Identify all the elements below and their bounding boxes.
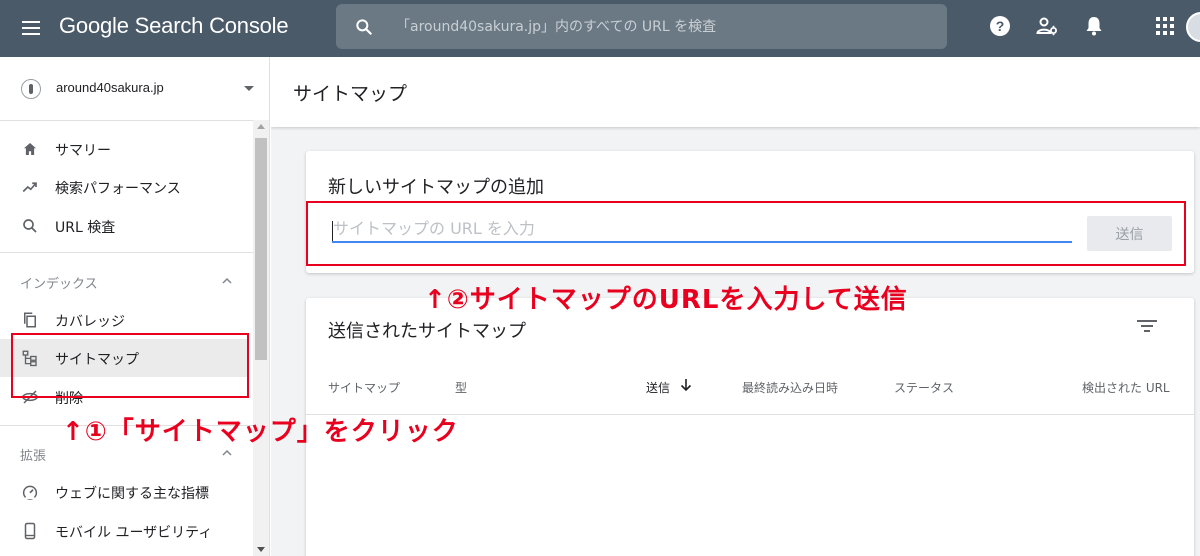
sidebar-item-mobile-usability[interactable]: モバイル ユーザビリティ xyxy=(0,512,255,550)
filter-icon[interactable] xyxy=(1137,318,1157,334)
annotation-step2: ↑②サイトマップのURLを入力して送信 xyxy=(424,285,908,315)
help-icon[interactable]: ? xyxy=(988,14,1012,38)
url-inspection-search[interactable]: 「around40sakura.jp」内のすべての URL を検査 xyxy=(336,4,947,49)
submitted-sitemaps-title: 送信されたサイトマップ xyxy=(328,321,526,342)
annotation-box-sitemaps xyxy=(11,333,249,398)
search-icon xyxy=(23,219,37,233)
property-icon xyxy=(21,79,41,99)
sidebar-item-label: 検索パフォーマンス xyxy=(55,181,181,197)
sidebar-item-summary[interactable]: サマリー xyxy=(0,130,255,168)
app-title[interactable]: Google Search Console xyxy=(59,13,289,39)
notifications-bell-icon[interactable] xyxy=(1082,14,1106,38)
chevron-up-icon xyxy=(222,277,232,284)
sidebar-item-performance[interactable]: 検索パフォーマンス xyxy=(0,168,255,206)
sidebar-item-url-inspection[interactable]: URL 検査 xyxy=(0,207,255,245)
column-header-status[interactable]: ステータス xyxy=(894,379,954,396)
sort-down-arrow-icon[interactable] xyxy=(680,378,692,392)
sidebar: around40sakura.jp サマリー 検索パフォーマンス URL 検査 … xyxy=(0,57,270,556)
scroll-up-arrow-icon[interactable] xyxy=(257,124,265,129)
search-placeholder: 「around40sakura.jp」内のすべての URL を検査 xyxy=(396,19,717,35)
account-avatar[interactable] xyxy=(1186,12,1200,42)
column-header-discovered-urls[interactable]: 検出された URL xyxy=(1082,379,1170,396)
sidebar-item-label: モバイル ユーザビリティ xyxy=(55,525,213,541)
annotation-box-url-input xyxy=(306,201,1186,266)
sidebar-item-label: サマリー xyxy=(55,143,111,159)
sidebar-item-label: カバレッジ xyxy=(55,314,125,330)
phone-icon xyxy=(24,522,36,540)
chevron-up-icon xyxy=(222,449,232,456)
top-app-bar: Google Search Console 「around40sakura.jp… xyxy=(0,0,1200,57)
column-header-last-read[interactable]: 最終読み込み日時 xyxy=(742,379,838,396)
scroll-down-arrow-icon[interactable] xyxy=(257,547,265,552)
section-header-index[interactable]: インデックス xyxy=(0,263,255,299)
copy-icon xyxy=(24,312,36,328)
manage-users-icon[interactable] xyxy=(1035,14,1059,38)
page-header: サイトマップ xyxy=(271,57,1200,127)
section-title: 拡張 xyxy=(20,449,47,464)
add-sitemap-title: 新しいサイトマップの追加 xyxy=(328,177,544,198)
column-header-type[interactable]: 型 xyxy=(455,379,467,396)
property-selector[interactable]: around40sakura.jp xyxy=(0,57,255,121)
annotation-step1: ↑①「サイトマップ」をクリック xyxy=(62,417,459,447)
apps-grid-icon[interactable] xyxy=(1153,14,1177,38)
speed-icon xyxy=(22,485,38,500)
home-icon xyxy=(24,143,36,155)
column-header-submitted[interactable]: 送信 xyxy=(646,379,670,396)
column-header-sitemap[interactable]: サイトマップ xyxy=(328,379,400,396)
sidebar-item-label: ウェブに関する主な指標 xyxy=(55,486,209,502)
dropdown-arrow-icon xyxy=(244,86,254,91)
sidebar-item-core-web-vitals[interactable]: ウェブに関する主な指標 xyxy=(0,473,255,511)
scroll-thumb[interactable] xyxy=(255,138,267,360)
sidebar-scrollbar[interactable] xyxy=(253,120,269,556)
sidebar-item-label: URL 検査 xyxy=(55,220,116,236)
section-title: インデックス xyxy=(20,277,98,292)
trending-up-icon xyxy=(22,182,37,193)
search-icon xyxy=(356,19,372,35)
hamburger-menu-icon[interactable] xyxy=(20,16,44,40)
page-title: サイトマップ xyxy=(293,83,408,105)
property-name: around40sakura.jp xyxy=(56,80,164,95)
sidebar-divider xyxy=(0,252,255,253)
